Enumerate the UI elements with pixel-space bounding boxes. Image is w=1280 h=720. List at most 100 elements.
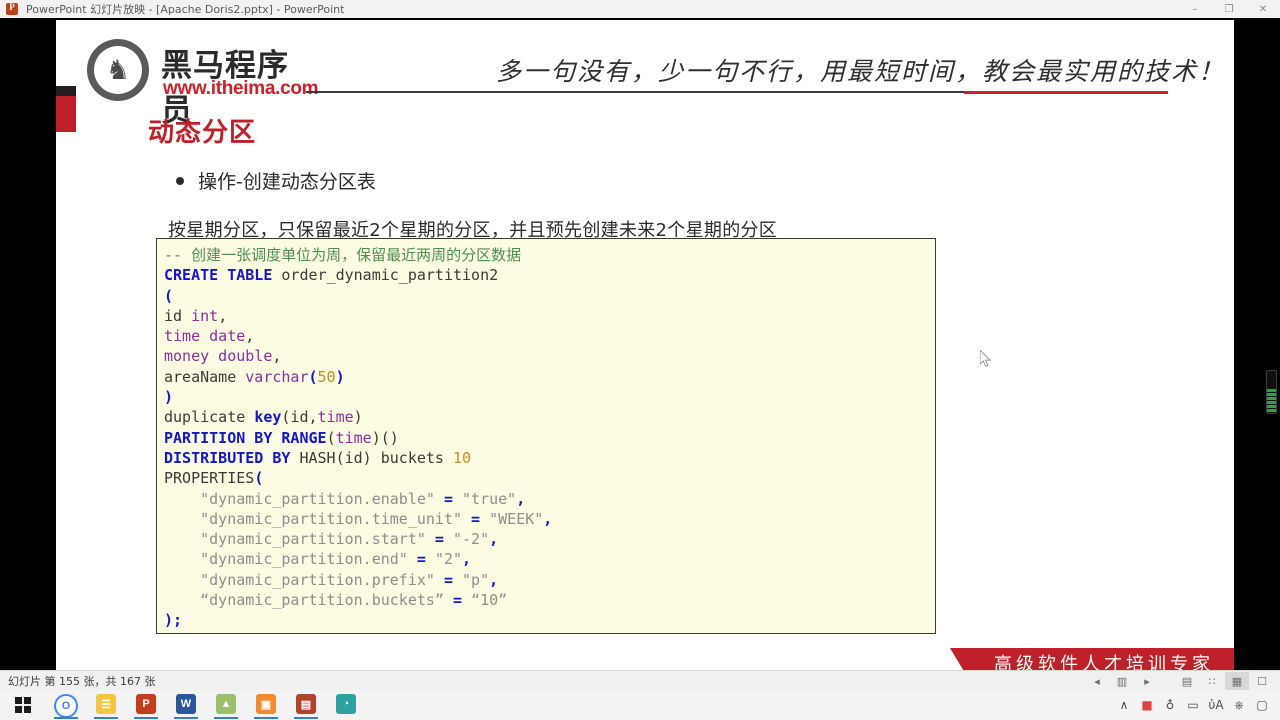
taskbar-notes[interactable]: ▤	[286, 690, 326, 720]
taskbar-vmware[interactable]: ▣	[246, 690, 286, 720]
code-token: ,	[516, 489, 526, 508]
slide-canvas[interactable]: ♞ 黑马程序员 www.itheima.com 多一句没有，少一句不行，用最短时…	[56, 20, 1234, 682]
accent-block-red	[56, 96, 76, 132]
code-token: ,	[489, 530, 499, 549]
code-token: =	[434, 489, 463, 508]
code-token: CREATE TABLE	[164, 266, 273, 285]
taskbar-file-explorer[interactable]: ☰	[86, 690, 126, 720]
code-line: "dynamic_partition.start" = "-2",	[164, 529, 935, 549]
code-token: )()	[371, 428, 399, 447]
code-line: )	[164, 387, 935, 407]
code-token: ,	[489, 570, 499, 589]
code-line: id int,	[164, 306, 935, 326]
slideshow-view-icon[interactable]: ☐	[1250, 672, 1274, 690]
restore-button[interactable]: ❐	[1212, 0, 1246, 18]
horse-head-icon: ♞	[87, 39, 149, 101]
accent-block-dark	[56, 86, 76, 96]
network-icon[interactable]: ⎈	[1229, 695, 1249, 715]
code-token: "true"	[462, 489, 517, 508]
code-token: ,	[272, 347, 282, 366]
taskbar-vmware-icon: ▣	[256, 694, 276, 714]
code-token: int	[191, 306, 219, 325]
system-tray: ∧ ■ ♁ ▭ ὐA ⎈ ▢	[1114, 695, 1272, 715]
code-line: "dynamic_partition.end" = "2",	[164, 549, 935, 569]
code-token: time	[335, 428, 372, 447]
code-token: ,	[218, 306, 228, 325]
reading-view-icon[interactable]: ▦	[1225, 672, 1249, 690]
window-controls: – ❐ ✕	[1178, 0, 1280, 18]
code-token: duplicate	[164, 408, 255, 427]
code-line: (	[164, 286, 935, 306]
taskbar-chrome-icon: O	[54, 694, 78, 718]
code-token: =	[425, 530, 453, 549]
powerpoint-icon	[6, 2, 18, 15]
code-line: PROPERTIES(	[164, 468, 935, 488]
meter-segment	[1267, 409, 1276, 413]
code-token: =	[407, 550, 435, 569]
windows-taskbar: O ☰ P W ▲ ▣ ▤ ◔ ∧ ■ ♁ ▭ ὐA ⎈ ▢	[0, 690, 1280, 720]
taskbar-word[interactable]: W	[166, 690, 206, 720]
taskbar-chrome[interactable]: O	[46, 690, 86, 720]
antivirus-icon[interactable]: ■	[1137, 695, 1157, 715]
code-token: time	[317, 408, 354, 427]
code-token: areaName	[164, 367, 246, 386]
code-token: DISTRIBUTED BY	[164, 448, 291, 467]
code-line: DISTRIBUTED BY HASH(id) buckets 10	[164, 448, 935, 468]
slideshow-backdrop[interactable]: ♞ 黑马程序员 www.itheima.com 多一句没有，少一句不行，用最短时…	[0, 18, 1280, 682]
code-token: =	[462, 509, 490, 528]
code-token: "2"	[434, 550, 463, 569]
previous-slide-icon[interactable]: ◂	[1085, 672, 1109, 690]
volume-icon[interactable]: ὐA	[1206, 695, 1226, 715]
taskbar-powerpoint[interactable]: P	[126, 690, 166, 720]
code-token: )	[335, 367, 345, 386]
action-center-icon[interactable]: ▢	[1252, 695, 1272, 715]
code-line: -- 创建一张调度单位为周，保留最近两周的分区数据	[164, 245, 935, 265]
normal-view-icon[interactable]: ▤	[1175, 672, 1199, 690]
page-title: 动态分区	[148, 118, 257, 148]
code-token: -- 创建一张调度单位为周，保留最近两周的分区数据	[164, 246, 522, 264]
code-token: =	[443, 591, 472, 610]
windows-logo-icon	[15, 697, 31, 713]
code-token: "-2"	[453, 530, 490, 549]
minimize-button[interactable]: –	[1178, 0, 1212, 18]
next-slide-icon[interactable]: ▸	[1135, 672, 1159, 690]
code-token: “10”	[471, 591, 508, 610]
slide-sorter-icon[interactable]: ∷	[1200, 672, 1224, 690]
taskbar-wps-icon: ◔	[336, 694, 356, 714]
window-title: PowerPoint 幻灯片放映 - [Apache Doris2.pptx] …	[26, 3, 345, 16]
taskbar-items: O ☰ P W ▲ ▣ ▤ ◔	[46, 690, 366, 720]
microphone-icon[interactable]: ♁	[1160, 695, 1180, 715]
code-token: key	[254, 408, 282, 427]
close-button[interactable]: ✕	[1246, 0, 1280, 18]
taskbar-file-explorer-icon: ☰	[96, 694, 116, 714]
slide-counter: 幻灯片 第 155 张，共 167 张	[8, 675, 156, 688]
code-block: -- 创建一张调度单位为周，保留最近两周的分区数据 CREATE TABLE or…	[156, 238, 936, 634]
taskbar-image-editor[interactable]: ▲	[206, 690, 246, 720]
code-token: )	[164, 388, 174, 407]
code-line: );	[164, 610, 935, 630]
code-token: id	[164, 306, 192, 325]
code-token: (	[308, 367, 318, 386]
brand-url: www.itheima.com	[163, 78, 319, 99]
code-token: =	[434, 570, 463, 589]
code-token: “dynamic_partition.buckets”	[164, 591, 444, 610]
code-token: );	[164, 611, 183, 630]
slide-tagline: 多一句没有，少一句不行，用最短时间，教会最实用的技术！	[496, 57, 1226, 86]
status-bar: 幻灯片 第 155 张，共 167 张 ◂ ▥ ▸ ▤ ∷ ▦ ☐	[0, 670, 1280, 691]
show-hidden-icons[interactable]: ∧	[1114, 695, 1134, 715]
taskbar-wps[interactable]: ◔	[326, 690, 366, 720]
logo-circle-inner: ♞	[94, 46, 142, 94]
taskbar-word-icon: W	[176, 694, 196, 714]
code-token: ,	[543, 509, 553, 528]
code-token: (id,	[281, 408, 318, 427]
code-line: areaName varchar(50)	[164, 367, 935, 387]
code-line: "dynamic_partition.enable" = "true",	[164, 489, 935, 509]
code-token: (	[254, 469, 264, 488]
code-line: "dynamic_partition.prefix" = "p",	[164, 570, 935, 590]
start-button[interactable]	[0, 690, 46, 720]
code-line: time date,	[164, 326, 935, 346]
code-token: time date	[164, 327, 246, 346]
code-token: order_dynamic_partition2	[272, 266, 499, 285]
battery-icon[interactable]: ▭	[1183, 695, 1203, 715]
pen-pointer-icon[interactable]: ▥	[1110, 672, 1134, 690]
